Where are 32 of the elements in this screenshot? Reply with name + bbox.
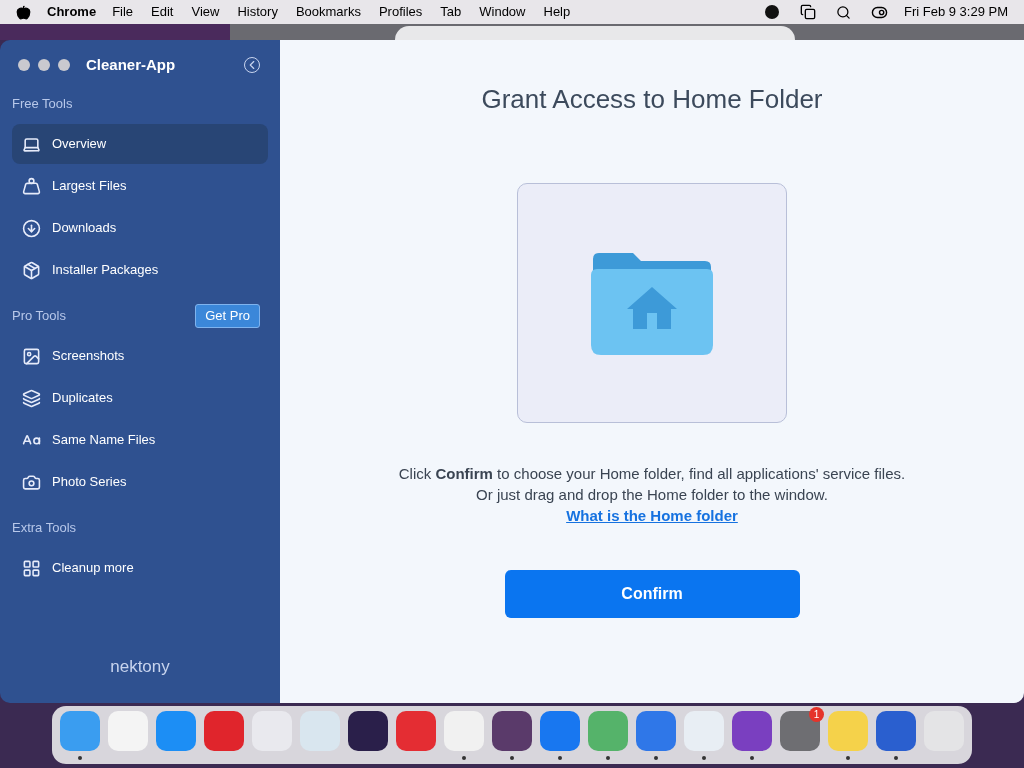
section-title: Extra Tools (12, 519, 77, 538)
window-title: Cleaner-App (86, 54, 176, 75)
sidebar-item[interactable]: Photo Series (12, 462, 268, 502)
section-title: Pro Tools (12, 307, 66, 326)
menu-clock: Fri Feb 9 3:29 PM (903, 3, 1008, 22)
help-link[interactable]: What is the Home folder (566, 505, 738, 526)
menu-item[interactable]: File (112, 2, 134, 22)
menu-item[interactable]: Window (479, 2, 526, 22)
sidebar-item[interactable]: Downloads (12, 208, 268, 248)
sidebar-item[interactable]: Same Name Files (12, 420, 268, 460)
sidebar-item[interactable]: Largest Files (12, 166, 268, 206)
brand-logo: nektony (110, 655, 170, 678)
page-heading: Grant Access to Home Folder (481, 83, 823, 116)
sidebar-item[interactable]: Overview (12, 124, 268, 164)
description-text: Or just drag and drop the Home folder to the window. (476, 485, 828, 505)
section-title: Free Tools (12, 95, 73, 114)
menu-app-name[interactable]: Chrome (47, 2, 97, 22)
confirm-button[interactable]: Confirm (504, 570, 800, 618)
menu-item[interactable]: Tab (440, 2, 462, 22)
sidebar-item[interactable]: Duplicates (12, 378, 268, 418)
menu-item[interactable]: Profiles (378, 2, 423, 22)
menu-item[interactable]: Bookmarks (295, 2, 361, 22)
menu-item[interactable]: History (237, 2, 278, 22)
sidebar-item[interactable]: Installer Packages (12, 250, 268, 290)
menu-item[interactable]: Help (543, 2, 571, 22)
sidebar-item[interactable]: Screenshots (12, 336, 268, 376)
sidebar-item[interactable]: Cleanup more (12, 548, 268, 588)
description-text: Click Confirm to choose your Home folder, find all applications' service files. (398, 464, 906, 484)
notification-badge: 1 (809, 706, 824, 722)
get-pro-button[interactable]: Get Pro (195, 304, 260, 328)
menu-item[interactable]: Edit (151, 2, 174, 22)
menu-item[interactable]: View (191, 2, 220, 22)
